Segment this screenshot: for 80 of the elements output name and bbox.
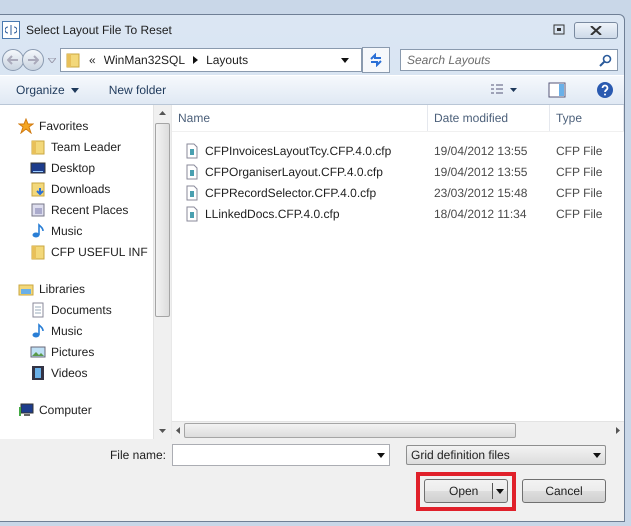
download-folder-icon: [30, 180, 46, 196]
monitor-icon: [30, 160, 46, 176]
horizontal-scrollbar[interactable]: [172, 421, 624, 439]
star-icon: [18, 118, 34, 134]
close-icon: [590, 26, 602, 34]
recent-places-icon: [30, 202, 46, 218]
sidebar-item[interactable]: Recent Places: [0, 199, 153, 220]
preview-pane-icon[interactable]: [548, 82, 566, 98]
file-icon: [184, 142, 200, 158]
dropdown-arrow-icon: [593, 452, 601, 458]
type-cell-text: CFP File: [555, 206, 604, 220]
sidebar-group[interactable]: Computer: [0, 399, 153, 420]
sidebar-item[interactable]: Videos: [0, 362, 153, 383]
scroll-right-icon[interactable]: [616, 427, 620, 434]
refresh-icon: [369, 53, 383, 67]
type-cell-text: CFP File: [555, 144, 604, 158]
sidebar-item[interactable]: Desktop: [0, 157, 153, 178]
sidebar-item[interactable]: Documents: [0, 299, 153, 320]
file-name-cell[interactable]: CFPRecordSelector.CFP.4.0.cfp: [172, 184, 428, 200]
date-cell-text: 18/04/2012 11:34: [433, 206, 528, 220]
folder-icon: [65, 52, 81, 68]
film-icon: [30, 364, 46, 380]
music-note-icon: [30, 222, 46, 238]
column-header[interactable]: Name: [172, 105, 428, 131]
type-cell-text: CFP File: [555, 164, 604, 178]
column-header[interactable]: Type: [550, 105, 624, 131]
sidebar-item[interactable]: Music: [0, 220, 153, 241]
sidebar-item[interactable]: Music: [0, 320, 153, 341]
refresh-button[interactable]: [362, 47, 390, 73]
organize-menu[interactable]: Organize: [16, 83, 79, 97]
forward-button[interactable]: [22, 49, 44, 71]
address-bar[interactable]: « WinMan32SQL Layouts: [60, 48, 362, 72]
scroll-left-icon[interactable]: [176, 427, 180, 434]
file-icon: [184, 184, 200, 200]
cancel-button[interactable]: Cancel: [522, 479, 606, 503]
sidebar-item[interactable]: Downloads: [0, 178, 153, 199]
computer-icon: [18, 402, 34, 418]
close-button[interactable]: [574, 22, 618, 38]
column-header[interactable]: Date modified: [428, 105, 550, 131]
open-button[interactable]: Open: [424, 479, 508, 503]
window-title: Select Layout File To Reset: [26, 23, 173, 37]
new-folder-button[interactable]: New folder: [108, 83, 166, 97]
file-name-cell[interactable]: CFPOrganiserLayout.CFP.4.0.cfp: [172, 164, 428, 180]
sidebar-group[interactable]: Libraries: [0, 278, 153, 299]
file-type-dropdown[interactable]: Grid definition files: [406, 445, 606, 465]
file-name-cell[interactable]: LLinkedDocs.CFP.4.0.cfp: [172, 206, 428, 222]
file-name-label: File name:: [110, 448, 166, 462]
search-icon[interactable]: [599, 54, 612, 67]
caret-icon: [70, 88, 79, 92]
picture-icon: [30, 344, 46, 360]
app-icon: [2, 21, 20, 39]
dropdown-arrow-icon: [341, 58, 349, 62]
search-field[interactable]: Search Layouts: [400, 49, 618, 71]
folder-icon: [30, 138, 46, 154]
document-icon: [30, 302, 46, 318]
back-arrow-icon: [7, 54, 19, 64]
help-icon[interactable]: [596, 81, 614, 99]
sidebar-item[interactable]: Team Leader: [0, 136, 153, 157]
sidebar-item[interactable]: Pictures: [0, 341, 153, 362]
file-icon: [184, 164, 200, 180]
back-button[interactable]: [2, 49, 24, 71]
folder-icon: [30, 244, 46, 260]
vertical-scrollbar[interactable]: [153, 105, 171, 439]
date-cell-text: 19/04/2012 13:55: [433, 164, 528, 178]
file-icon: [184, 206, 200, 222]
forward-arrow-icon: [27, 54, 39, 64]
dropdown-arrow-icon: [377, 452, 385, 458]
chevron-icon[interactable]: [193, 56, 198, 64]
breadcrumb-item[interactable]: WinMan32SQL: [104, 53, 186, 67]
sidebar-item[interactable]: CFP USEFUL INF: [0, 241, 153, 262]
music-note-icon: [30, 322, 46, 338]
file-name-field[interactable]: [172, 444, 390, 466]
type-cell-text: CFP File: [555, 186, 604, 200]
breadcrumb-item[interactable]: Layouts: [206, 53, 248, 67]
dropdown-arrow-icon: [496, 488, 504, 494]
file-name-cell[interactable]: CFPInvoicesLayoutTcy.CFP.4.0.cfp: [172, 142, 428, 158]
breadcrumb-overflow[interactable]: «: [89, 53, 96, 67]
date-cell-text: 23/03/2012 15:48: [433, 186, 528, 200]
sidebar-group[interactable]: Favorites: [0, 115, 153, 136]
date-cell-text: 19/04/2012 13:55: [433, 144, 528, 158]
